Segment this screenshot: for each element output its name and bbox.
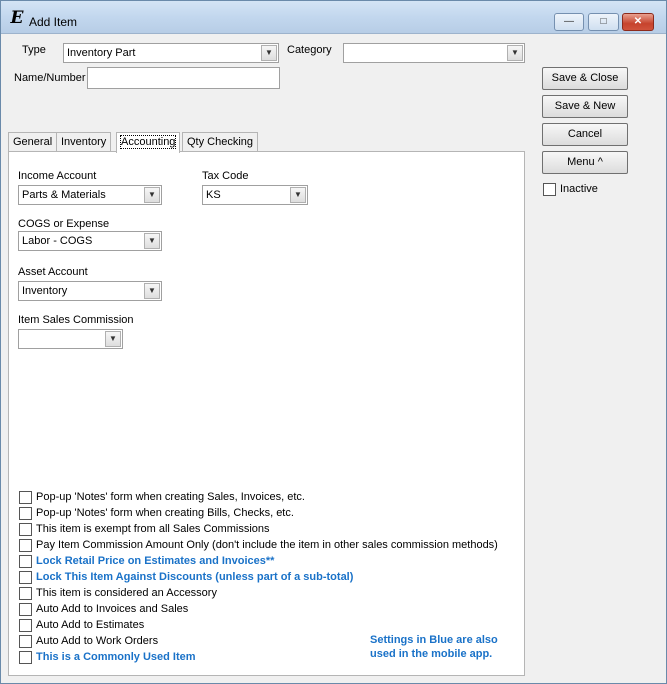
chevron-down-icon[interactable]: ▼ (144, 233, 160, 249)
cogs-label: COGS or Expense (18, 218, 110, 230)
name-input[interactable] (87, 67, 280, 89)
maximize-icon: □ (600, 16, 607, 27)
close-button[interactable]: ✕ (622, 13, 654, 31)
blue-note-line-2: used in the mobile app. (370, 648, 493, 660)
save-close-button[interactable]: Save & Close (542, 67, 628, 90)
option-label: Pop-up 'Notes' form when creating Sales,… (36, 491, 305, 503)
app-logo-icon: E (10, 8, 24, 28)
minimize-button[interactable]: — (554, 13, 584, 31)
tab-accounting[interactable]: Accounting (116, 132, 181, 153)
option-checkbox[interactable] (19, 539, 32, 552)
option-checkbox[interactable] (19, 587, 32, 600)
title-bar[interactable]: E Add Item — □ ✕ (1, 1, 666, 34)
option-label: Lock Retail Price on Estimates and Invoi… (36, 555, 275, 567)
sales-commission-label: Item Sales Commission (18, 314, 134, 326)
sales-commission-select[interactable]: ▼ (18, 329, 123, 349)
option-checkbox[interactable] (19, 523, 32, 536)
option-checkbox[interactable] (19, 555, 32, 568)
option-label: Pop-up 'Notes' form when creating Bills,… (36, 507, 294, 519)
asset-account-label: Asset Account (18, 266, 88, 278)
blue-note-line-1: Settings in Blue are also (370, 634, 498, 646)
option-label: Auto Add to Invoices and Sales (36, 603, 189, 615)
asset-account-select[interactable]: Inventory ▼ (18, 281, 162, 301)
chevron-down-icon[interactable]: ▼ (261, 45, 277, 61)
tax-code-label: Tax Code (202, 170, 249, 182)
close-icon: ✕ (633, 16, 643, 27)
tab-general[interactable]: General (8, 132, 58, 152)
inactive-label: Inactive (560, 183, 598, 195)
income-account-select[interactable]: Parts & Materials ▼ (18, 185, 162, 205)
asset-account-value: Inventory (22, 285, 68, 297)
category-select[interactable]: ▼ (343, 43, 525, 63)
option-label: Auto Add to Estimates (36, 619, 145, 631)
category-label: Category (287, 44, 332, 56)
option-label: Pay Item Commission Amount Only (don't i… (36, 539, 498, 551)
tab-inventory-label: Inventory (61, 136, 107, 148)
maximize-button[interactable]: □ (588, 13, 619, 31)
option-label: Auto Add to Work Orders (36, 635, 159, 647)
cancel-button[interactable]: Cancel (542, 123, 628, 146)
add-item-window: E Add Item — □ ✕ Type Inventory Part ▼ C… (0, 0, 667, 684)
option-label: Lock This Item Against Discounts (unless… (36, 571, 354, 583)
income-account-value: Parts & Materials (22, 189, 106, 201)
option-checkbox[interactable] (19, 635, 32, 648)
chevron-down-icon[interactable]: ▼ (144, 187, 160, 203)
type-select[interactable]: Inventory Part ▼ (63, 43, 279, 63)
tab-inventory[interactable]: Inventory (56, 132, 112, 152)
chevron-down-icon[interactable]: ▼ (290, 187, 306, 203)
income-account-label: Income Account (18, 170, 97, 182)
save-new-button[interactable]: Save & New (542, 95, 628, 118)
tab-qty-checking-label: Qty Checking (187, 136, 254, 148)
option-checkbox[interactable] (19, 603, 32, 616)
cogs-value: Labor - COGS (22, 235, 93, 247)
option-checkbox[interactable] (19, 491, 32, 504)
window-title: Add Item (29, 15, 78, 29)
type-label: Type (22, 44, 46, 56)
option-checkbox[interactable] (19, 651, 32, 664)
option-label: This is a Commonly Used Item (36, 651, 196, 663)
tab-accounting-label: Accounting (119, 135, 177, 149)
option-label: This item is exempt from all Sales Commi… (36, 523, 270, 535)
option-checkbox[interactable] (19, 571, 32, 584)
inactive-checkbox[interactable] (543, 183, 556, 196)
name-label: Name/Number (14, 72, 86, 84)
tax-code-select[interactable]: KS ▼ (202, 185, 308, 205)
chevron-down-icon[interactable]: ▼ (105, 331, 121, 347)
tab-qty-checking[interactable]: Qty Checking (182, 132, 259, 152)
option-label: This item is considered an Accessory (36, 587, 217, 599)
tax-code-value: KS (206, 189, 221, 201)
chevron-down-icon[interactable]: ▼ (144, 283, 160, 299)
tab-general-label: General (13, 136, 53, 148)
option-checkbox[interactable] (19, 507, 32, 520)
menu-button[interactable]: Menu ^ (542, 151, 628, 174)
chevron-down-icon[interactable]: ▼ (507, 45, 523, 61)
type-value: Inventory Part (67, 47, 136, 59)
minimize-icon: — (564, 16, 574, 27)
cogs-select[interactable]: Labor - COGS ▼ (18, 231, 162, 251)
blue-settings-note: Settings in Blue are also used in the mo… (370, 633, 498, 661)
option-checkbox[interactable] (19, 619, 32, 632)
